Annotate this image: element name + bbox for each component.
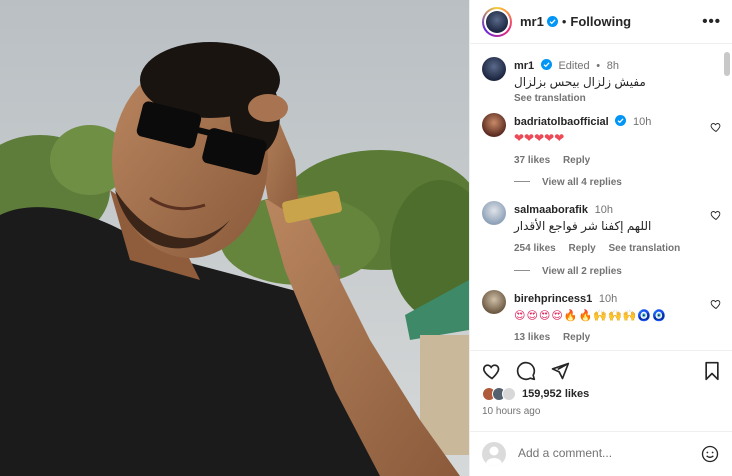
likes-count[interactable]: 159,952 likes <box>522 388 589 400</box>
edited-label: Edited <box>558 60 590 72</box>
comment-username[interactable]: badriatolbaofficial <box>514 116 609 128</box>
comment-text: ❤❤❤❤❤ <box>514 131 565 145</box>
view-replies-link[interactable]: View all 4 replies <box>514 177 622 188</box>
comment-time[interactable]: 10h <box>595 204 613 216</box>
view-replies-label[interactable]: View all 4 replies <box>542 177 622 188</box>
post-header: mr1 • Following ••• <box>470 0 732 44</box>
commenter-avatar[interactable] <box>482 201 506 225</box>
verified-badge-icon <box>546 16 558 27</box>
post-actions: 159,952 likes 10 hours ago <box>470 350 732 476</box>
like-heart-icon[interactable] <box>482 361 502 381</box>
verified-badge-icon <box>615 115 627 126</box>
emoji-smiley-icon[interactable] <box>701 445 719 463</box>
replies-line <box>514 181 530 182</box>
more-options-icon[interactable]: ••• <box>702 13 721 30</box>
see-translation-link[interactable]: See translation <box>609 243 681 254</box>
comment-meta: 254 likes Reply See translation <box>514 243 704 254</box>
comment-text: اللهم إكفنا شر فواجع الأقدار <box>514 219 652 233</box>
default-user-icon <box>486 446 502 466</box>
comment-item: birehprincess1 10h 😍😍😍😍🔥🔥🙌🙌🙌🧿🧿 13 likes … <box>482 290 722 345</box>
like-comment-heart-icon[interactable] <box>710 298 722 310</box>
save-bookmark-icon[interactable] <box>703 361 721 381</box>
comment-username[interactable]: birehprincess1 <box>514 293 592 305</box>
share-paper-plane-icon[interactable] <box>550 361 570 381</box>
current-user-avatar <box>482 442 506 466</box>
comment-likes[interactable]: 37 likes <box>514 155 550 166</box>
post-modal: mr1 • Following ••• mr1 Edited • 8h مفيش… <box>0 0 732 476</box>
separator-dot: • <box>561 14 567 29</box>
like-comment-heart-icon[interactable] <box>710 209 722 221</box>
view-replies-label[interactable]: View all 2 replies <box>542 266 622 277</box>
caption-time[interactable]: 8h <box>607 60 619 72</box>
caption-username[interactable]: mr1 <box>514 60 534 72</box>
caption-text: مفيش زلزال بيحس بزلزال <box>514 75 646 89</box>
comment-time[interactable]: 10h <box>599 293 617 305</box>
comment-meta: 13 likes Reply <box>514 332 704 343</box>
post-photo[interactable] <box>0 0 469 476</box>
verified-badge-icon <box>540 59 552 70</box>
comment-likes[interactable]: 254 likes <box>514 243 556 254</box>
following-button[interactable]: Following <box>570 14 631 29</box>
comments-list[interactable]: mr1 Edited • 8h مفيش زلزال بيحس بزلزال S… <box>470 45 732 350</box>
post-side-panel: mr1 • Following ••• mr1 Edited • 8h مفيش… <box>469 0 732 476</box>
comments-scrollbar[interactable] <box>724 52 730 76</box>
caption-dot: • <box>596 60 601 72</box>
caption-avatar[interactable] <box>482 57 506 81</box>
add-comment-input[interactable] <box>518 446 698 460</box>
author-avatar[interactable] <box>482 6 512 37</box>
comment-time[interactable]: 10h <box>633 116 651 128</box>
add-comment-bar <box>470 431 732 476</box>
commenter-avatar[interactable] <box>482 113 506 137</box>
comment-username[interactable]: salmaaborafik <box>514 204 588 216</box>
reply-button[interactable]: Reply <box>569 243 596 254</box>
comment-item: salmaaborafik 10h اللهم إكفنا شر فواجع ا… <box>482 201 722 256</box>
reply-button[interactable]: Reply <box>563 155 590 166</box>
comment-text: 😍😍😍😍🔥🔥🙌🙌🙌🧿🧿 <box>514 310 667 322</box>
see-translation-link[interactable]: See translation <box>514 93 704 104</box>
post-timestamp[interactable]: 10 hours ago <box>482 406 540 417</box>
replies-line <box>514 270 530 271</box>
like-comment-heart-icon[interactable] <box>710 121 722 133</box>
post-caption: mr1 Edited • 8h مفيش زلزال بيحس بزلزال S… <box>482 57 722 107</box>
post-photo-image <box>0 0 469 476</box>
comment-meta: 37 likes Reply <box>514 155 704 166</box>
comment-bubble-icon[interactable] <box>516 361 536 381</box>
comment-likes[interactable]: 13 likes <box>514 332 550 343</box>
comment-item: badriatolbaofficial 10h ❤❤❤❤❤ 37 likes R… <box>482 113 722 166</box>
commenter-avatar[interactable] <box>482 290 506 314</box>
reply-button[interactable]: Reply <box>563 332 590 343</box>
likes-summary[interactable]: 159,952 likes <box>482 387 589 401</box>
liker-avatar <box>502 387 516 401</box>
view-replies-link[interactable]: View all 2 replies <box>514 266 622 277</box>
author-username[interactable]: mr1 <box>520 14 544 29</box>
